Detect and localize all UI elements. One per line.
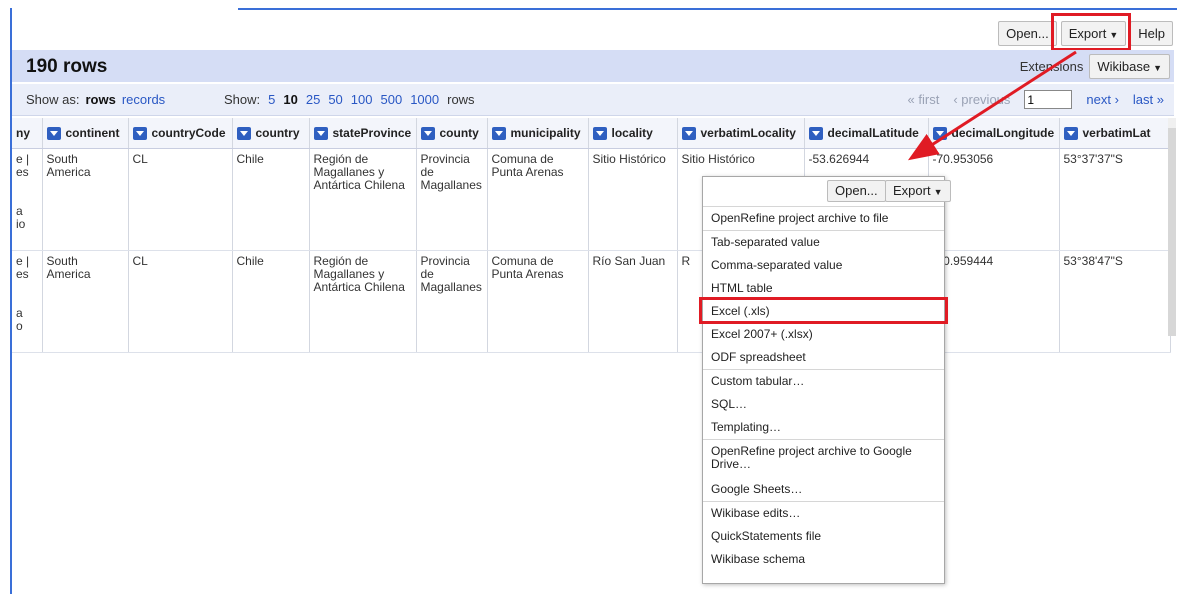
arrow-line [907, 50, 1077, 161]
annotation-arrow [907, 50, 1077, 161]
